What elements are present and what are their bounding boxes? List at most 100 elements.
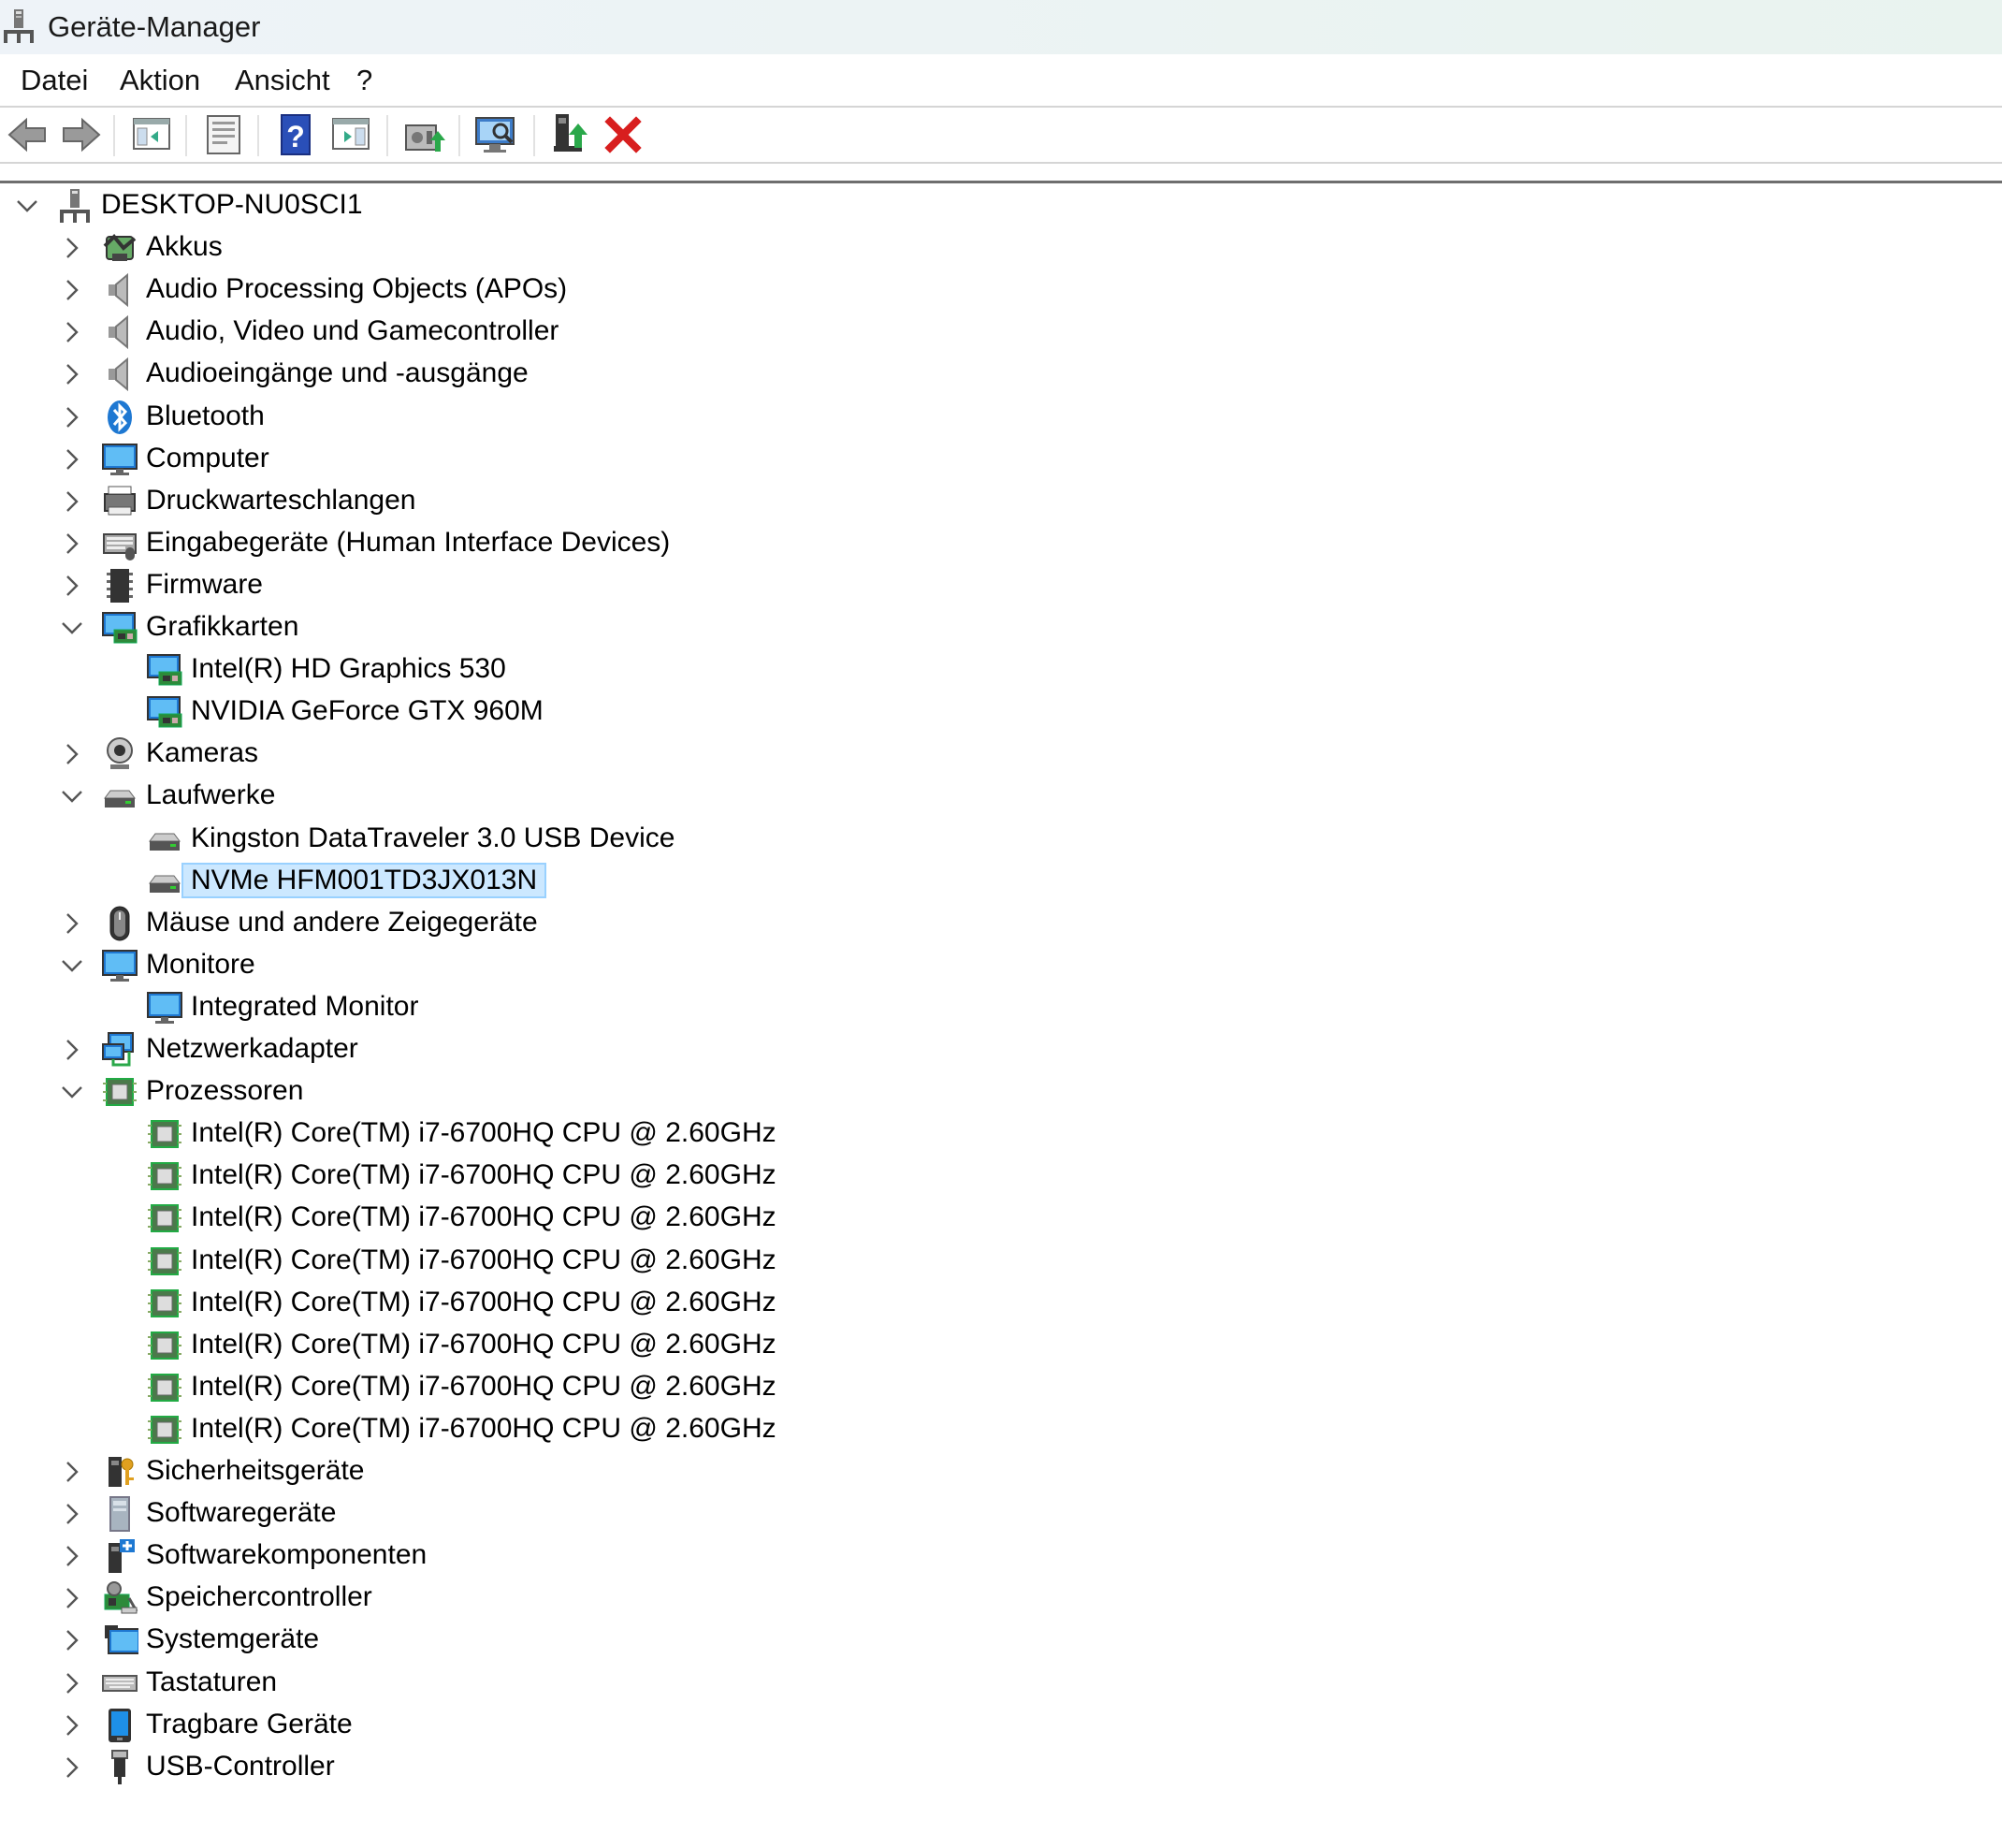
- tree-item-label[interactable]: Intel(R) Core(TM) i7-6700HQ CPU @ 2.60GH…: [191, 1371, 776, 1403]
- uninstall-device-button[interactable]: [599, 110, 647, 159]
- tree-item-label[interactable]: Prozessoren: [146, 1075, 303, 1107]
- tree-item-label[interactable]: Intel(R) HD Graphics 530: [191, 653, 506, 685]
- enable-device-button[interactable]: [548, 110, 597, 159]
- chevron-down-icon[interactable]: [56, 780, 88, 812]
- help-button[interactable]: ?: [272, 110, 321, 159]
- tree-device[interactable]: Kingston DataTraveler 3.0 USB Device: [0, 819, 2002, 861]
- chevron-right-icon[interactable]: [56, 738, 88, 770]
- tree-category[interactable]: Computer: [0, 439, 2002, 481]
- chevron-right-icon[interactable]: [56, 232, 88, 264]
- tree-item-label[interactable]: Intel(R) Core(TM) i7-6700HQ CPU @ 2.60GH…: [191, 1159, 776, 1191]
- tree-item-label[interactable]: Softwaregeräte: [146, 1497, 336, 1529]
- chevron-right-icon[interactable]: [56, 1456, 88, 1488]
- tree-item-label[interactable]: Computer: [146, 443, 269, 474]
- tree-item-label[interactable]: Audioeingänge und -ausgänge: [146, 357, 529, 389]
- tree-item-label[interactable]: Druckwarteschlangen: [146, 485, 415, 517]
- tree-category[interactable]: Prozessoren: [0, 1071, 2002, 1113]
- show-hide-console-tree-button[interactable]: [128, 110, 177, 159]
- tree-category[interactable]: Tragbare Geräte: [0, 1705, 2002, 1747]
- chevron-right-icon[interactable]: [56, 1624, 88, 1656]
- chevron-right-icon[interactable]: [56, 358, 88, 390]
- tree-category[interactable]: Systemgeräte: [0, 1620, 2002, 1662]
- tree-device[interactable]: Intel(R) Core(TM) i7-6700HQ CPU @ 2.60GH…: [0, 1113, 2002, 1156]
- tree-item-label[interactable]: Tragbare Geräte: [146, 1709, 353, 1740]
- tree-device[interactable]: Intel(R) Core(TM) i7-6700HQ CPU @ 2.60GH…: [0, 1156, 2002, 1198]
- tree-item-label[interactable]: USB-Controller: [146, 1751, 335, 1783]
- tree-category[interactable]: Bluetooth: [0, 397, 2002, 439]
- tree-device[interactable]: Intel(R) Core(TM) i7-6700HQ CPU @ 2.60GH…: [0, 1367, 2002, 1409]
- tree-item-label[interactable]: Audio Processing Objects (APOs): [146, 273, 567, 305]
- tree-device[interactable]: Intel(R) Core(TM) i7-6700HQ CPU @ 2.60GH…: [0, 1409, 2002, 1451]
- tree-category[interactable]: Grafikkarten: [0, 607, 2002, 649]
- tree-item-label[interactable]: Intel(R) Core(TM) i7-6700HQ CPU @ 2.60GH…: [191, 1201, 776, 1233]
- tree-item-label[interactable]: Intel(R) Core(TM) i7-6700HQ CPU @ 2.60GH…: [191, 1244, 776, 1276]
- tree-item-label[interactable]: Akkus: [146, 231, 223, 263]
- tree-category[interactable]: Audio, Video und Gamecontroller: [0, 312, 2002, 354]
- chevron-down-icon[interactable]: [11, 190, 43, 222]
- tree-item-label[interactable]: Kingston DataTraveler 3.0 USB Device: [191, 822, 675, 854]
- device-tree[interactable]: DESKTOP-NU0SCI1 Akkus Audio Processing Obj…: [0, 181, 2002, 1848]
- tree-item-label[interactable]: Mäuse und andere Zeigegeräte: [146, 907, 538, 939]
- tree-item-label[interactable]: Bluetooth: [146, 400, 265, 432]
- chevron-down-icon[interactable]: [56, 612, 88, 644]
- tree-category[interactable]: Laufwerke: [0, 776, 2002, 818]
- tree-category[interactable]: Audioeingänge und -ausgänge: [0, 354, 2002, 396]
- tree-category[interactable]: Druckwarteschlangen: [0, 481, 2002, 523]
- tree-category[interactable]: Sicherheitsgeräte: [0, 1451, 2002, 1493]
- tree-category[interactable]: Eingabegeräte (Human Interface Devices): [0, 523, 2002, 565]
- tree-item-label[interactable]: Intel(R) Core(TM) i7-6700HQ CPU @ 2.60GH…: [191, 1117, 776, 1149]
- chevron-right-icon[interactable]: [56, 1034, 88, 1066]
- chevron-right-icon[interactable]: [56, 570, 88, 602]
- tree-item-label[interactable]: Intel(R) Core(TM) i7-6700HQ CPU @ 2.60GH…: [191, 1413, 776, 1445]
- tree-item-label[interactable]: Softwarekomponenten: [146, 1539, 427, 1571]
- show-hide-action-pane-button[interactable]: [327, 110, 376, 159]
- chevron-down-icon[interactable]: [56, 950, 88, 982]
- tree-item-label[interactable]: NVMe HFM001TD3JX013N: [181, 862, 547, 898]
- chevron-down-icon[interactable]: [56, 1076, 88, 1108]
- tree-device[interactable]: Intel(R) Core(TM) i7-6700HQ CPU @ 2.60GH…: [0, 1241, 2002, 1283]
- menu-ansicht[interactable]: Ansicht: [235, 64, 330, 97]
- chevron-right-icon[interactable]: [56, 401, 88, 433]
- tree-item-label[interactable]: Intel(R) Core(TM) i7-6700HQ CPU @ 2.60GH…: [191, 1329, 776, 1361]
- tree-device[interactable]: NVMe HFM001TD3JX013N: [0, 861, 2002, 903]
- tree-category[interactable]: USB-Controller: [0, 1747, 2002, 1789]
- tree-category[interactable]: Akkus: [0, 227, 2002, 269]
- tree-category[interactable]: Kameras: [0, 734, 2002, 776]
- tree-category[interactable]: Speichercontroller: [0, 1578, 2002, 1620]
- chevron-right-icon[interactable]: [56, 528, 88, 560]
- tree-item-label[interactable]: Eingabegeräte (Human Interface Devices): [146, 527, 670, 559]
- tree-item-label[interactable]: Tastaturen: [146, 1666, 277, 1698]
- tree-item-label[interactable]: Kameras: [146, 737, 258, 769]
- tree-category[interactable]: Softwaregeräte: [0, 1493, 2002, 1535]
- chevron-right-icon[interactable]: [56, 908, 88, 939]
- chevron-right-icon[interactable]: [56, 1752, 88, 1783]
- tree-item-label[interactable]: Firmware: [146, 569, 263, 601]
- chevron-right-icon[interactable]: [56, 486, 88, 517]
- tree-category[interactable]: Monitore: [0, 945, 2002, 987]
- tree-item-label[interactable]: Grafikkarten: [146, 611, 298, 643]
- menu-aktion[interactable]: Aktion: [120, 64, 200, 97]
- tree-item-label[interactable]: Speichercontroller: [146, 1581, 372, 1613]
- tree-item-label[interactable]: Laufwerke: [146, 779, 275, 811]
- chevron-right-icon[interactable]: [56, 316, 88, 348]
- chevron-right-icon[interactable]: [56, 1540, 88, 1572]
- tree-item-label[interactable]: Audio, Video und Gamecontroller: [146, 315, 559, 347]
- tree-item-label[interactable]: NVIDIA GeForce GTX 960M: [191, 695, 544, 727]
- forward-button[interactable]: [56, 110, 105, 159]
- chevron-right-icon[interactable]: [56, 1498, 88, 1530]
- properties-button[interactable]: [200, 110, 249, 159]
- tree-device[interactable]: NVIDIA GeForce GTX 960M: [0, 691, 2002, 734]
- menu-help[interactable]: ?: [356, 64, 372, 97]
- tree-category[interactable]: Softwarekomponenten: [0, 1535, 2002, 1578]
- back-button[interactable]: [4, 110, 52, 159]
- update-driver-button[interactable]: [400, 110, 449, 159]
- chevron-right-icon[interactable]: [56, 444, 88, 475]
- tree-item-label[interactable]: Monitore: [146, 949, 255, 981]
- tree-category[interactable]: Tastaturen: [0, 1663, 2002, 1705]
- tree-item-label[interactable]: Netzwerkadapter: [146, 1033, 358, 1065]
- tree-device[interactable]: Intel(R) Core(TM) i7-6700HQ CPU @ 2.60GH…: [0, 1198, 2002, 1240]
- tree-device[interactable]: Intel(R) Core(TM) i7-6700HQ CPU @ 2.60GH…: [0, 1283, 2002, 1325]
- tree-device[interactable]: Intel(R) HD Graphics 530: [0, 649, 2002, 691]
- tree-item-label[interactable]: Integrated Monitor: [191, 991, 418, 1023]
- tree-device[interactable]: Integrated Monitor: [0, 987, 2002, 1029]
